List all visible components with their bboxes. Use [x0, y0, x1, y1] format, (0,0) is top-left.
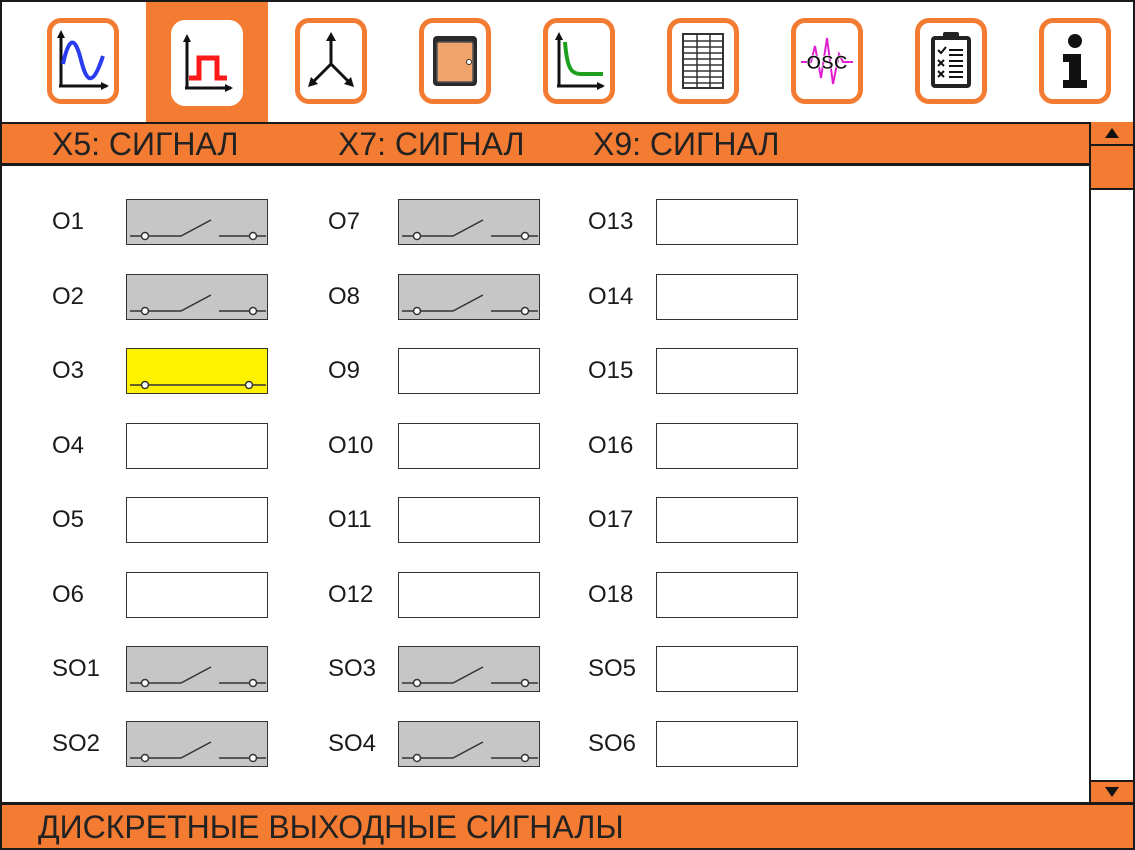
output-label: O1	[52, 208, 85, 235]
output-label: O16	[588, 431, 634, 459]
output-indicator-so4	[398, 720, 540, 767]
output-indicator-so2	[126, 720, 268, 767]
output-indicator-o15	[656, 348, 798, 394]
footer: ДИСКРЕТНЫЕ ВЫХОДНЫЕ СИГНАЛЫ	[2, 802, 1133, 848]
output-label: O4	[52, 431, 85, 459]
output-label: O17	[588, 506, 634, 533]
output-indicator-so3	[398, 646, 540, 692]
tab-oscilloscope[interactable]: OSC	[766, 2, 888, 120]
output-label: O15	[588, 357, 634, 384]
output-label: O18	[588, 580, 634, 608]
open-contact-icon	[402, 293, 538, 315]
tab-curve[interactable]	[518, 2, 640, 120]
page-title: ДИСКРЕТНЫЕ ВЫХОДНЫЕ СИГНАЛЫ	[38, 809, 624, 845]
scrollbar[interactable]	[1089, 122, 1133, 802]
scroll-up-button[interactable]	[1091, 122, 1133, 144]
three-axis-vector-icon	[295, 18, 367, 104]
closed-contact-icon	[130, 380, 266, 390]
oscilloscope-icon: OSC	[791, 18, 863, 104]
output-indicator-o12	[398, 571, 540, 618]
output-label: O5	[52, 506, 85, 533]
output-indicator-o1	[126, 199, 268, 245]
tab-device[interactable]	[394, 2, 516, 120]
output-label: O7	[328, 208, 361, 235]
output-indicator-o9	[398, 348, 540, 394]
output-label: SO2	[52, 729, 101, 757]
open-contact-icon	[130, 666, 266, 688]
output-indicator-o6	[126, 571, 268, 618]
output-indicator-o8	[398, 273, 540, 320]
header-x5: X5: СИГНАЛ	[52, 126, 239, 162]
table-grid-icon	[667, 18, 739, 104]
output-indicator-o17	[656, 497, 798, 543]
output-label: O10	[328, 431, 374, 459]
checklist-icon	[915, 18, 987, 104]
output-label: SO4	[328, 729, 377, 757]
open-contact-icon	[402, 219, 538, 241]
output-label: O11	[328, 506, 372, 533]
output-indicator-o13	[656, 199, 798, 245]
output-indicator-so6	[656, 720, 798, 767]
tab-vector-diagram[interactable]	[270, 2, 392, 120]
output-label: O2	[52, 282, 85, 310]
output-indicator-o3	[126, 348, 268, 394]
pulse-signal-icon	[171, 20, 243, 106]
output-indicator-o7	[398, 199, 540, 245]
open-contact-icon	[402, 666, 538, 688]
output-indicator-o4	[126, 422, 268, 469]
svg-text:OSC: OSC	[806, 53, 847, 74]
output-indicator-o2	[126, 273, 268, 320]
tab-analog-signals[interactable]	[22, 2, 144, 120]
device-cabinet-icon	[419, 18, 491, 104]
output-indicator-o5	[126, 497, 268, 543]
output-indicator-so5	[656, 646, 798, 692]
output-label: O14	[588, 282, 634, 310]
arrow-up-icon	[1105, 128, 1119, 138]
output-label: O12	[328, 580, 374, 608]
connector-header: X5: СИГНАЛ X7: СИГНАЛ X9: СИГНАЛ	[2, 122, 1089, 166]
output-label: SO3	[328, 655, 377, 682]
header-x9: X9: СИГНАЛ	[593, 126, 780, 162]
open-contact-icon	[130, 219, 266, 241]
open-contact-icon	[402, 740, 538, 762]
output-label: O3	[52, 357, 85, 384]
tab-discrete-signals[interactable]	[146, 2, 268, 124]
output-indicator-o11	[398, 497, 540, 543]
tab-table[interactable]	[642, 2, 764, 120]
output-label: O6	[52, 580, 85, 608]
output-label: SO5	[588, 655, 637, 682]
output-label: O8	[328, 282, 361, 310]
tab-checklist[interactable]	[890, 2, 1012, 120]
output-label: SO6	[588, 729, 637, 757]
output-indicator-so1	[126, 646, 268, 692]
scroll-thumb[interactable]	[1091, 144, 1133, 190]
toolbar: OSC	[2, 2, 1135, 124]
tab-info[interactable]	[1014, 2, 1135, 120]
outputs-grid: O1 O2 O3 O4 O5 O6 SO1 SO2 O7 O8 O9 O10 O11 O12 SO3 SO4 O…	[2, 166, 1089, 802]
output-indicator-o10	[398, 422, 540, 469]
output-indicator-o18	[656, 571, 798, 618]
output-label: SO1	[52, 655, 101, 682]
output-indicator-o14	[656, 273, 798, 320]
info-icon	[1039, 18, 1111, 104]
arrow-down-icon	[1105, 787, 1119, 797]
sine-wave-icon	[47, 18, 119, 104]
output-indicator-o16	[656, 422, 798, 469]
output-label: O13	[588, 208, 634, 235]
open-contact-icon	[130, 740, 266, 762]
scroll-down-button[interactable]	[1091, 780, 1133, 802]
open-contact-icon	[130, 293, 266, 315]
decay-curve-icon	[543, 18, 615, 104]
output-label: O9	[328, 357, 361, 384]
header-x7: X7: СИГНАЛ	[338, 126, 525, 162]
